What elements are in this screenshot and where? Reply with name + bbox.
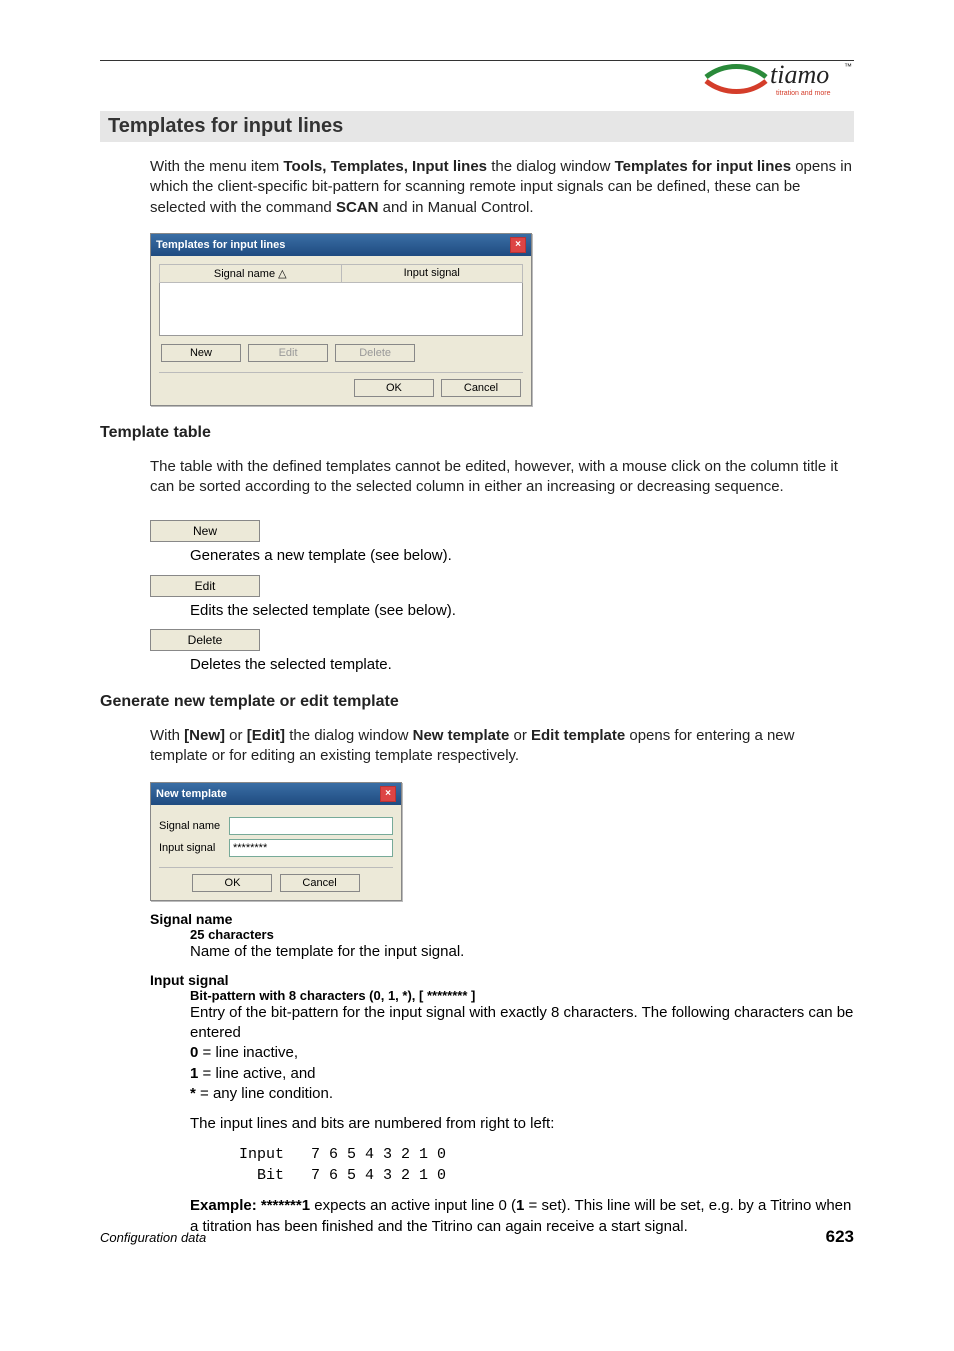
delete-button-illustration: Delete (150, 629, 260, 651)
field-constraint-input-signal: Bit-pattern with 8 characters (0, 1, *),… (190, 988, 854, 1003)
col-signal-name[interactable]: Signal name △ (160, 264, 342, 282)
field-term-signal-name: Signal name (150, 911, 854, 927)
edit-button[interactable]: Edit (248, 344, 328, 362)
col-input-signal[interactable]: Input signal (341, 264, 523, 282)
templates-table: Signal name △ Input signal (159, 264, 523, 336)
ok-button[interactable]: OK (192, 874, 272, 892)
close-icon[interactable]: × (510, 237, 526, 253)
svg-text:titration and more: titration and more (776, 90, 831, 97)
new-button-illustration: New (150, 520, 260, 542)
field-desc-input-signal: Entry of the bit-pattern for the input s… (190, 1003, 854, 1044)
dialog-title: New template (156, 788, 227, 800)
svg-text:tiamo: tiamo (770, 60, 829, 89)
ok-button[interactable]: OK (354, 379, 434, 397)
generate-para: With [New] or [Edit] the dialog window N… (150, 726, 854, 767)
delete-desc: Deletes the selected template. (190, 655, 854, 675)
field-desc-signal-name: Name of the template for the input signa… (190, 942, 854, 962)
footer-section: Configuration data (100, 1230, 206, 1245)
line-def-0: 0 = line inactive, (190, 1043, 854, 1063)
field-constraint-signal-name: 25 characters (190, 927, 854, 942)
new-template-dialog: New template × Signal name Input signal … (150, 782, 402, 901)
edit-desc: Edits the selected template (see below). (190, 601, 854, 621)
page-number: 623 (826, 1227, 854, 1247)
dialog-title: Templates for input lines (156, 239, 285, 251)
bit-numbering-block: Input 7 6 5 4 3 2 1 0 Bit 7 6 5 4 3 2 1 … (230, 1144, 854, 1186)
intro-paragraph: With the menu item Tools, Templates, Inp… (150, 157, 854, 218)
template-table-para: The table with the defined templates can… (150, 457, 854, 498)
numbering-note: The input lines and bits are numbered fr… (190, 1114, 854, 1134)
cancel-button[interactable]: Cancel (280, 874, 360, 892)
brand-logo: tiamo ™ titration and more (704, 55, 854, 103)
input-signal-input[interactable] (229, 839, 393, 857)
label-signal-name: Signal name (159, 820, 229, 832)
cancel-button[interactable]: Cancel (441, 379, 521, 397)
new-button[interactable]: New (161, 344, 241, 362)
delete-button[interactable]: Delete (335, 344, 415, 362)
new-desc: Generates a new template (see below). (190, 546, 854, 566)
close-icon[interactable]: × (380, 786, 396, 802)
table-empty-area (160, 282, 523, 335)
subheading-generate: Generate new template or edit template (100, 693, 854, 711)
signal-name-input[interactable] (229, 817, 393, 835)
line-def-star: * = any line condition. (190, 1084, 854, 1104)
subheading-template-table: Template table (100, 424, 854, 442)
edit-button-illustration: Edit (150, 575, 260, 597)
svg-text:™: ™ (844, 62, 852, 71)
section-title: Templates for input lines (100, 111, 854, 142)
label-input-signal: Input signal (159, 842, 229, 854)
field-term-input-signal: Input signal (150, 972, 854, 988)
line-def-1: 1 = line active, and (190, 1064, 854, 1084)
templates-dialog: Templates for input lines × Signal name … (150, 233, 532, 406)
